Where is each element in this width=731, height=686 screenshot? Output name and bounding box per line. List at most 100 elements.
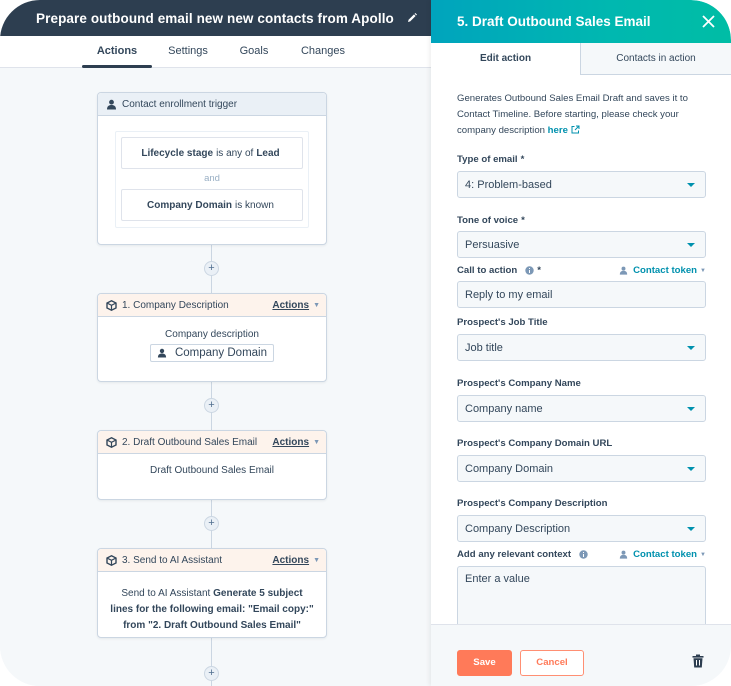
- contact-token-dropdown[interactable]: Contact token ▼: [619, 549, 706, 560]
- contact-icon: [157, 348, 167, 358]
- tab-actions[interactable]: Actions: [82, 36, 152, 68]
- add-action-button[interactable]: +: [204, 666, 219, 681]
- contact-token-label: Contact token: [633, 549, 698, 560]
- workflow-title: Prepare outbound email new new contacts …: [36, 10, 394, 26]
- contact-token-label: Contact token: [633, 265, 698, 276]
- dropdown-caret-icon: [687, 183, 695, 187]
- cancel-button[interactable]: Cancel: [520, 650, 584, 676]
- company-description-label: Prospect's Company Description: [457, 498, 706, 509]
- action-title: 2. Draft Outbound Sales Email: [122, 436, 258, 448]
- action-card-body: Company description Company Domain: [98, 317, 326, 362]
- company-domain-url-select[interactable]: Company Domain: [457, 455, 706, 482]
- filter-company-domain[interactable]: Company Domain is known: [121, 189, 303, 221]
- external-link-icon: [571, 125, 580, 134]
- action-card-body: Send to AI Assistant Generate 5 subject …: [98, 572, 326, 634]
- action-body-bold: Generate 5 subject: [213, 588, 303, 599]
- workflow-header: Prepare outbound email new new contacts …: [0, 0, 431, 36]
- relevant-context-textarea[interactable]: Enter a value: [457, 566, 706, 624]
- caret-down-icon: ▼: [313, 438, 320, 446]
- job-title-select[interactable]: Job title: [457, 334, 706, 361]
- tone-of-voice-select[interactable]: Persuasive: [457, 231, 706, 258]
- action-title: 1. Company Description: [122, 299, 229, 311]
- tab-changes[interactable]: Changes: [296, 36, 350, 68]
- action-card-header: 1. Company Description Actions ▼: [98, 294, 326, 317]
- cube-icon: [106, 436, 117, 448]
- field-label-text: Prospect's Company Description: [457, 498, 608, 509]
- pencil-icon[interactable]: [406, 12, 418, 24]
- action-body-bold: from "2. Draft Outbound Sales Email": [123, 620, 301, 631]
- save-button[interactable]: Save: [457, 650, 512, 676]
- action-card-draft-email[interactable]: 2. Draft Outbound Sales Email Actions ▼ …: [97, 430, 327, 500]
- company-domain-url-label: Prospect's Company Domain URL: [457, 438, 706, 449]
- action-body-bold: lines for the following email: "Email co…: [110, 604, 314, 615]
- filter-operator: is known: [235, 199, 274, 211]
- edit-action-panel: 5. Draft Outbound Sales Email Edit actio…: [431, 0, 731, 686]
- company-description-link[interactable]: here: [548, 125, 568, 136]
- caret-down-icon: ▼: [700, 267, 706, 274]
- contact-icon: [619, 550, 628, 559]
- action-card-send-to-ai[interactable]: 3. Send to AI Assistant Actions ▼ Send t…: [97, 548, 327, 638]
- select-value: 4: Problem-based: [465, 178, 552, 191]
- action-title: 3. Send to AI Assistant: [122, 554, 223, 566]
- field-label-text: Prospect's Company Name: [457, 378, 581, 389]
- company-description-select[interactable]: Company Description: [457, 515, 706, 542]
- filter-lifecycle-stage[interactable]: Lifecycle stage is any of Lead: [121, 137, 303, 169]
- job-title-label: Prospect's Job Title: [457, 317, 706, 328]
- close-icon: [701, 15, 715, 28]
- info-icon[interactable]: [579, 550, 588, 559]
- add-action-button[interactable]: +: [204, 398, 219, 413]
- property-token-label: Company Domain: [174, 347, 268, 359]
- required-mark: *: [537, 265, 541, 276]
- trigger-card-header: Contact enrollment trigger: [98, 93, 326, 116]
- tab-goals[interactable]: Goals: [234, 36, 274, 68]
- tab-settings[interactable]: Settings: [160, 36, 216, 68]
- contact-icon: [619, 266, 628, 275]
- field-label-text: Type of email: [457, 154, 518, 165]
- action-body-prefix: Send to AI Assistant: [121, 588, 211, 599]
- panel-footer: Save Cancel: [431, 624, 731, 686]
- type-of-email-select[interactable]: 4: Problem-based: [457, 171, 706, 198]
- add-action-button[interactable]: +: [204, 261, 219, 276]
- action-card-header: 3. Send to AI Assistant Actions ▼: [98, 549, 326, 572]
- type-of-email-label: Type of email *: [457, 154, 706, 165]
- company-name-select[interactable]: Company name: [457, 395, 706, 422]
- description-line: Contact Timeline. Before starting, pleas…: [457, 109, 679, 120]
- relevant-context-label: Add any relevant context Contact token ▼: [457, 549, 706, 560]
- dropdown-caret-icon: [687, 346, 695, 350]
- add-action-button[interactable]: +: [204, 516, 219, 531]
- actions-menu-link[interactable]: Actions: [272, 300, 309, 311]
- description-line: company description: [457, 125, 545, 136]
- action-card-header: 2. Draft Outbound Sales Email Actions ▼: [98, 431, 326, 454]
- tab-edit-action[interactable]: Edit action: [431, 43, 581, 75]
- actions-menu-link[interactable]: Actions: [272, 437, 309, 448]
- action-description: Generates Outbound Sales Email Draft and…: [457, 91, 706, 139]
- caret-down-icon: ▼: [313, 301, 320, 309]
- filter-operator: is any of: [216, 147, 254, 159]
- field-label-text: Prospect's Company Domain URL: [457, 438, 613, 449]
- trash-icon[interactable]: [692, 654, 704, 668]
- close-panel-button[interactable]: [693, 7, 723, 37]
- workflow-editor: Prepare outbound email new new contacts …: [0, 0, 431, 686]
- action-body-label: Company description: [165, 329, 259, 340]
- call-to-action-label: Call to action * Contact token ▼: [457, 265, 706, 276]
- contact-icon: [106, 99, 117, 110]
- required-mark: *: [520, 154, 525, 165]
- workflow-canvas: + + + + Contact enrollment trigger Lifec…: [0, 68, 431, 686]
- enrollment-trigger-card[interactable]: Contact enrollment trigger Lifecycle sta…: [97, 92, 327, 245]
- property-token: Company Domain: [149, 344, 275, 362]
- description-line: Generates Outbound Sales Email Draft and…: [457, 93, 688, 104]
- filter-value: Lead: [256, 147, 280, 159]
- contact-token-dropdown[interactable]: Contact token ▼: [619, 265, 706, 276]
- company-name-label: Prospect's Company Name: [457, 378, 706, 389]
- call-to-action-input[interactable]: Reply to my email: [457, 281, 706, 308]
- panel-title: 5. Draft Outbound Sales Email: [457, 14, 651, 29]
- field-label-text: Call to action: [457, 265, 518, 276]
- action-card-company-description[interactable]: 1. Company Description Actions ▼ Company…: [97, 293, 327, 382]
- info-icon[interactable]: [525, 266, 534, 275]
- tab-contacts-in-action[interactable]: Contacts in action: [581, 43, 731, 75]
- dropdown-caret-icon: [687, 467, 695, 471]
- app-frame: Prepare outbound email new new contacts …: [0, 0, 731, 686]
- cube-icon: [106, 554, 117, 566]
- trigger-title: Contact enrollment trigger: [122, 98, 238, 110]
- actions-menu-link[interactable]: Actions: [272, 555, 309, 566]
